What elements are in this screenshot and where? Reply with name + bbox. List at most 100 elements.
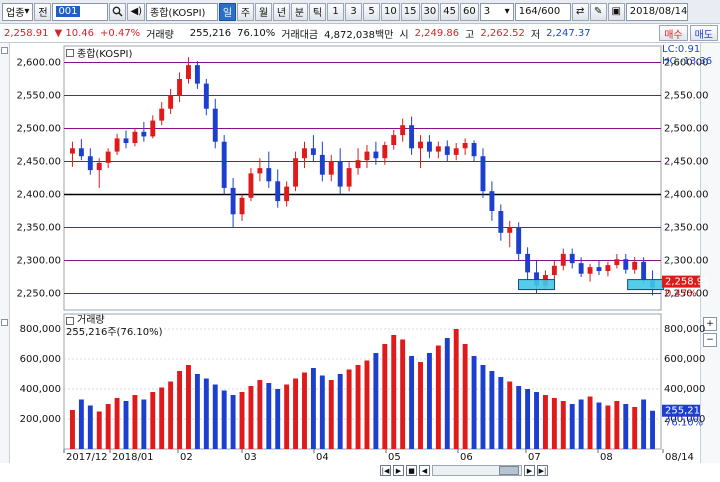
price-panel-title-text: 종합(KOSPI): [77, 49, 133, 60]
candle-body: [409, 125, 415, 149]
scroll-last-icon[interactable]: ▶|: [537, 465, 548, 476]
candle-body: [507, 227, 513, 233]
volume-bar: [293, 378, 299, 449]
volume-bar: [266, 383, 272, 449]
x-axis-label: 06: [460, 452, 473, 463]
candle-body: [275, 181, 281, 202]
volume-bar: [650, 410, 655, 449]
candle-body: [248, 173, 254, 198]
volume-bar: [578, 399, 584, 449]
candle-body: [230, 187, 236, 215]
volume-bar: [203, 378, 209, 449]
volume-bar: [471, 356, 477, 449]
candle-body: [87, 156, 93, 171]
candle-body: [203, 83, 209, 109]
price-panel-frame: [63, 45, 662, 311]
candle-body: [462, 143, 468, 149]
candle-body: [355, 160, 361, 169]
volume-bar: [400, 339, 406, 449]
volume-tick-right: 400,000: [664, 384, 705, 395]
scroll-track[interactable]: [432, 465, 522, 476]
volume-bar: [302, 372, 307, 449]
stock-chart[interactable]: 2,600.00 2,600.002,550.00 2,550.002,500.00…: [0, 0, 720, 482]
price-tick-right: 2,550.00: [664, 91, 709, 102]
volume-bar: [373, 353, 379, 449]
volume-bar: [114, 398, 120, 449]
volume-bar: [319, 375, 325, 449]
candle-body: [489, 191, 495, 211]
scroll-thumb[interactable]: [499, 466, 519, 475]
candle-body: [391, 135, 397, 145]
volume-bar: [605, 405, 611, 449]
candle-body: [480, 156, 486, 192]
volume-bar: [159, 387, 165, 449]
price-tick-left: 2,450.00: [16, 157, 61, 168]
volume-bar: [641, 399, 647, 449]
volume-bar: [257, 380, 263, 449]
chart-scrollbar: |◀ ▶ ■ ◀ ▶ ▶|: [380, 465, 580, 479]
candle-body: [364, 151, 370, 161]
volume-bar: [426, 353, 432, 449]
candle-body: [186, 65, 191, 79]
volume-bar: [230, 395, 236, 449]
candle-body: [444, 146, 450, 155]
volume-bar: [587, 396, 593, 449]
candle-body: [328, 161, 334, 175]
volume-bar: [328, 380, 334, 449]
candle-body: [319, 154, 325, 175]
volume-bar: [346, 369, 352, 449]
volume-bar: [70, 410, 75, 449]
candle-body: [346, 168, 352, 187]
volume-bar: [87, 405, 93, 449]
volume-bar: [569, 404, 575, 449]
candle-body: [471, 143, 477, 157]
volume-bar: [221, 390, 227, 449]
price-tick-left: 2,400.00: [16, 190, 61, 201]
volume-panel-title: 거래량 255,216주(76.10%): [66, 315, 163, 339]
volume-bar: [239, 392, 245, 449]
price-tick-left: 2,250.00: [16, 289, 61, 300]
x-axis-label: 04: [316, 452, 329, 463]
volume-bar: [355, 365, 361, 449]
scroll-stop-icon[interactable]: ■: [406, 465, 417, 476]
x-axis-label: 08/14: [665, 452, 694, 463]
price-tick-left: 2,500.00: [16, 124, 61, 135]
price-tick-left: 2,300.00: [16, 256, 61, 267]
volume-tick-right: 800,000: [664, 324, 705, 335]
scroll-play-icon[interactable]: ▶: [393, 465, 404, 476]
volume-bar: [542, 395, 548, 449]
volume-bar: [141, 399, 147, 449]
scroll-left-icon[interactable]: ◀: [419, 465, 430, 476]
x-axis-label: 07: [528, 452, 541, 463]
volume-bar: [96, 411, 102, 449]
volume-bar: [364, 360, 370, 449]
volume-bar: [498, 377, 504, 449]
volume-bar: [212, 384, 218, 449]
volume-bar: [78, 399, 84, 449]
scroll-first-icon[interactable]: |◀: [380, 465, 391, 476]
volume-bar: [632, 407, 638, 449]
candle-body: [284, 186, 290, 202]
lc-label: LC:0.91: [662, 44, 701, 55]
volume-bar: [480, 365, 486, 449]
scroll-right-icon[interactable]: ▶: [524, 465, 535, 476]
candle-body: [435, 146, 441, 152]
candle-body: [257, 168, 263, 174]
volume-tick-left: 600,000: [20, 354, 61, 365]
price-panel-title: 종합(KOSPI): [66, 45, 132, 60]
price-tick-right: 2,400.00: [664, 190, 709, 201]
price-tick-right: 2,300.00: [664, 256, 709, 267]
volume-panel-subtitle: 255,216주(76.10%): [66, 327, 163, 338]
candle-body: [302, 148, 307, 159]
checkbox-icon[interactable]: [66, 48, 74, 57]
volume-bar: [248, 386, 254, 449]
volume-bar: [409, 356, 415, 449]
current-volume-marker-text: 255,216: [665, 406, 706, 417]
checkbox-icon[interactable]: [66, 317, 74, 325]
candle-body: [337, 161, 343, 187]
candle-body: [551, 265, 557, 276]
candle-body: [560, 253, 566, 266]
current-price-marker-text: 2,258.91: [665, 277, 710, 288]
candle-body: [78, 148, 84, 157]
candle-body: [194, 65, 200, 84]
